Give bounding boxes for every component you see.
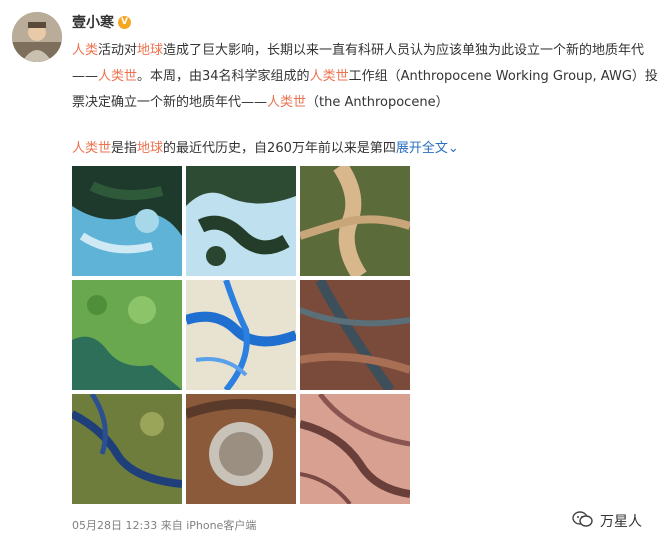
topic-link[interactable]: 地球 [137,43,163,58]
expand-full-text-link[interactable]: 展开全文⌄ [396,141,459,156]
avatar[interactable] [12,12,62,62]
photo-thumbnail[interactable] [300,166,410,276]
username-text[interactable]: 壹小寒 [72,12,114,32]
post-text-segment: 是指 [111,141,138,156]
post-text-segment: 。本周，由34名科学家组成的 [137,69,310,84]
watermark-text: 万星人 [600,514,642,530]
photo-thumbnail[interactable] [300,280,410,390]
post-text-segment: （the Anthropocene） [306,95,449,110]
post-text-segment: 活动对 [98,43,138,58]
username[interactable]: 壹小寒 V [72,12,131,32]
photo-thumbnail[interactable] [300,394,410,504]
post-meta: 05月28日 12:33 来自 iPhone客户端 [72,517,256,533]
topic-link[interactable]: 人类世 [267,95,306,110]
topic-link[interactable]: 人类世 [72,141,111,156]
expand-label[interactable]: 展开全文 [396,141,448,156]
timestamp-link[interactable]: 05月28日 12:33 [72,519,157,532]
photo-thumbnail[interactable] [186,166,296,276]
post-body: 人类活动对地球造成了巨大影响，长期以来一直有科研人员认为应该单独为此设立一个新的… [72,38,662,116]
photo-thumbnail[interactable] [72,280,182,390]
post-text-segment: 的最近代历史，自260万年前以来是第四 [163,141,396,156]
topic-link[interactable]: 地球 [137,141,163,156]
topic-link[interactable]: 人类世 [98,69,137,84]
topic-link[interactable]: 人类 [72,43,98,58]
chevron-down-icon[interactable]: ⌄ [448,141,459,156]
image-grid [72,166,410,504]
photo-thumbnail[interactable] [72,394,182,504]
verified-icon: V [118,15,131,29]
post-summary: 人类世是指地球的最近代历史，自260万年前以来是第四展开全文⌄ [72,136,662,162]
watermark: 万星人 [572,510,642,532]
photo-thumbnail[interactable] [186,394,296,504]
wechat-icon [572,510,594,532]
photo-thumbnail[interactable] [186,280,296,390]
topic-link[interactable]: 人类世 [310,69,349,84]
photo-thumbnail[interactable] [72,166,182,276]
source-text: 来自 iPhone客户端 [160,519,257,532]
